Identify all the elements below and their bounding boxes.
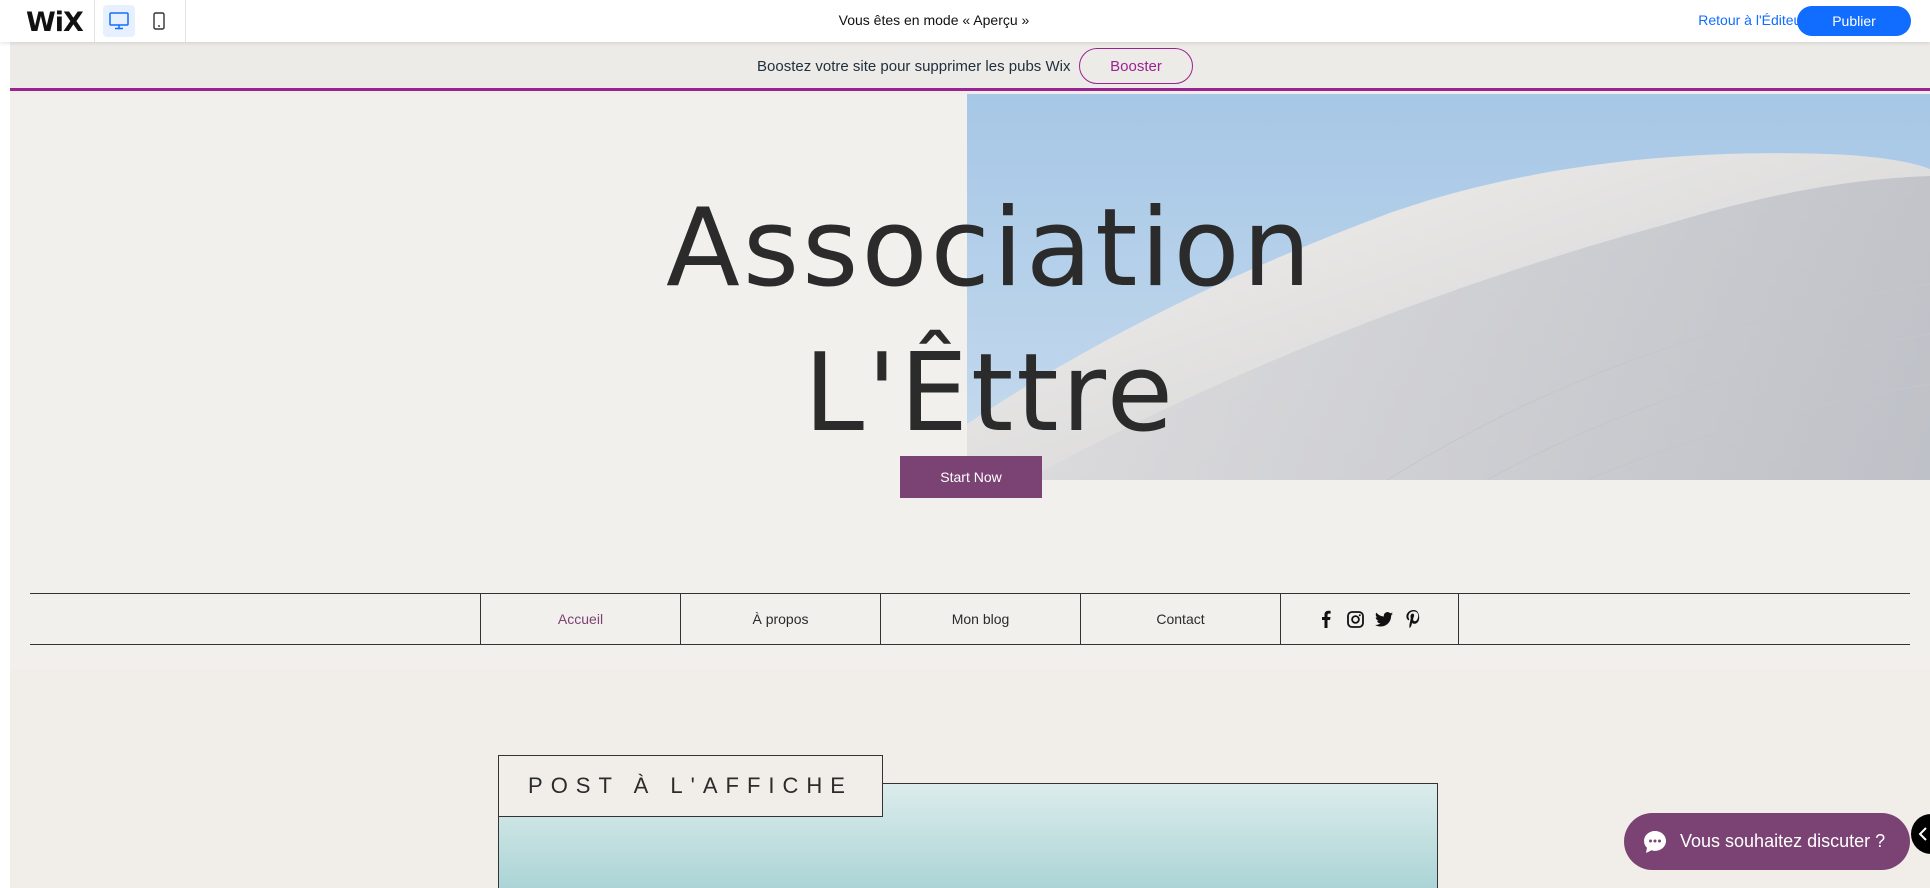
nav-item-contact[interactable]: Contact: [1081, 594, 1281, 644]
nav-item-mon-blog[interactable]: Mon blog: [881, 594, 1081, 644]
upgrade-banner-text: Boostez votre site pour supprimer les pu…: [757, 58, 1071, 75]
start-now-button[interactable]: Start Now: [900, 456, 1042, 498]
side-panel-handle[interactable]: [1911, 814, 1930, 854]
nav-bottom-rule: [30, 644, 1910, 645]
chat-button-label: Vous souhaitez discuter ?: [1680, 831, 1886, 851]
nav-item-accueil[interactable]: Accueil: [481, 594, 681, 644]
main-navigation: Accueil À propos Mon blog Contact: [480, 594, 1459, 644]
chat-button[interactable]: Vous souhaitez discuter ?: [1624, 813, 1910, 870]
facebook-icon[interactable]: [1317, 610, 1335, 628]
twitter-icon[interactable]: [1375, 610, 1393, 628]
hero-section: Association L'Êttre Start Now: [10, 94, 1930, 669]
featured-post-label: POST À L'AFFICHE: [498, 755, 883, 817]
upgrade-banner: Boostez votre site pour supprimer les pu…: [10, 42, 1930, 91]
nav-item-a-propos[interactable]: À propos: [681, 594, 881, 644]
pinterest-icon[interactable]: [1404, 610, 1422, 628]
preview-mode-label: Vous êtes en mode « Aperçu »: [838, 12, 1030, 28]
left-gutter: [0, 42, 10, 888]
booster-button[interactable]: Booster: [1079, 48, 1193, 84]
instagram-icon[interactable]: [1346, 610, 1364, 628]
site-title-line-1: Association: [666, 186, 1314, 311]
site-title-line-2: L'Êttre: [803, 331, 1177, 456]
chat-bubble-icon: [1642, 829, 1668, 855]
site-title: Association L'Êttre: [10, 176, 1930, 466]
publish-button[interactable]: Publier: [1797, 6, 1911, 36]
social-bar: [1281, 594, 1459, 644]
back-to-editor-link[interactable]: Retour à l'Éditeur: [1698, 12, 1806, 28]
preview-toolbar: WiX Vous êtes en mode « Aperçu » Retour …: [0, 0, 1930, 42]
chevron-left-icon: [1918, 827, 1927, 841]
